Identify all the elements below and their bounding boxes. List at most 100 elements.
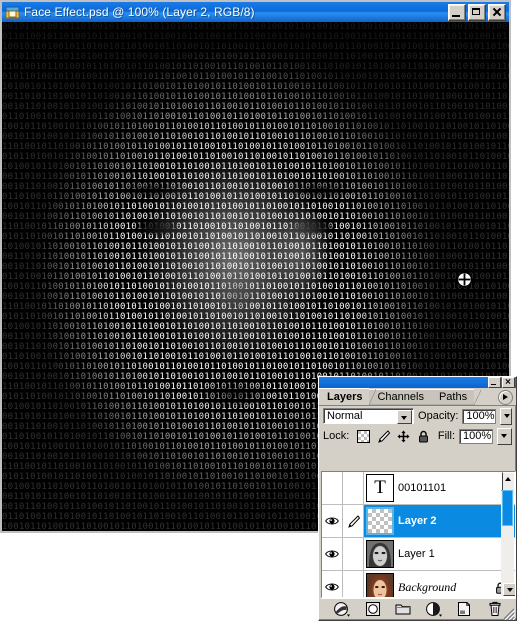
table-row[interactable]: Layer 1 — [322, 538, 515, 571]
palette-minimize-button[interactable] — [488, 377, 501, 388]
link-toggle[interactable] — [343, 538, 364, 570]
lock-label: Lock: — [323, 430, 350, 442]
scroll-up-arrow-icon[interactable] — [501, 472, 503, 491]
eye-icon — [325, 550, 339, 558]
link-toggle[interactable] — [343, 571, 364, 597]
fill-slider-arrow-icon[interactable] — [497, 427, 512, 445]
maximize-button[interactable] — [468, 3, 486, 21]
photoshop-screen: Face Effect.psd @ 100% (Layer 2, RGB/8) … — [0, 0, 517, 621]
visibility-toggle[interactable] — [322, 505, 343, 537]
blend-opacity-row: Normal Opacity: 100% — [319, 406, 516, 426]
binary-row: 0010110100101101001011010010110100101101… — [2, 262, 509, 272]
new-layer-icon[interactable] — [455, 601, 473, 617]
layer-name: Background — [398, 579, 457, 594]
binary-row: 0101101001011010010110100101101001011010… — [2, 232, 509, 242]
binary-row: 0011010110100101101001011010010110100101… — [2, 252, 509, 262]
chevron-down-icon[interactable] — [397, 410, 413, 424]
lock-position-icon[interactable] — [397, 430, 410, 443]
eye-icon — [325, 517, 339, 525]
binary-row: 1001011010010110100101101001011010010110… — [2, 42, 509, 52]
document-title: Face Effect.psd @ 100% (Layer 2, RGB/8) — [24, 5, 255, 19]
binary-row: 1101001011010010110100101101001011010010… — [2, 142, 509, 152]
binary-row: 0110100101101001011010010110100101101001… — [2, 352, 509, 362]
lock-fill-row: Lock: Fill: 100% — [319, 426, 516, 446]
binary-row: 0110100101101001011010010110100101101001… — [2, 112, 509, 122]
layers-list[interactable]: T 00101101 Layer 2 Layer 1 Background — [321, 471, 516, 598]
binary-row: 0010110100101101001011010010110100101101… — [2, 212, 509, 222]
layer-thumbnail[interactable] — [366, 573, 394, 597]
binary-row: 0101101001011010010110100101101001011010… — [2, 152, 509, 162]
tab-paths-label: Paths — [438, 391, 468, 403]
binary-row: 0010110100101101001011010010110100101101… — [2, 182, 509, 192]
layers-footer-toolbar — [321, 598, 516, 618]
layer-style-fx-icon[interactable] — [333, 601, 351, 617]
binary-row: 1101001011010010110100101101001011010010… — [2, 62, 509, 72]
tab-divider — [474, 390, 482, 405]
eye-icon — [325, 583, 339, 591]
add-layer-mask-icon[interactable] — [364, 601, 382, 617]
binary-row: 0010110100101101001011010010110100101101… — [2, 132, 509, 142]
layers-scrollbar[interactable] — [501, 472, 515, 596]
binary-row: 1001011010010110100101101001011010010110… — [2, 202, 509, 212]
layer-thumbnail[interactable] — [366, 540, 394, 568]
binary-row: 0010110100101101001011010010110100101101… — [2, 102, 509, 112]
resize-grip-icon[interactable] — [503, 607, 516, 621]
table-row[interactable]: Background — [322, 571, 515, 597]
table-row[interactable]: T 00101101 — [322, 472, 515, 505]
binary-row: 1010010110100101101001011010010110100101… — [2, 242, 509, 252]
link-toggle[interactable] — [343, 472, 364, 504]
scroll-down-arrow-icon[interactable] — [503, 583, 515, 596]
tab-layers[interactable]: Layers — [319, 388, 377, 405]
binary-row: 1001011010010110100101101001011010010110… — [2, 282, 509, 292]
minimize-button[interactable] — [448, 3, 466, 21]
layer-name: 00101101 — [398, 482, 447, 494]
palette-tabs: Layers Channels Paths — [319, 388, 516, 406]
binary-row: 1010010110100101101001011010010110100101… — [2, 162, 509, 172]
close-button[interactable] — [488, 3, 506, 21]
lock-image-pixels-icon[interactable] — [377, 429, 391, 443]
visibility-toggle[interactable] — [322, 472, 343, 504]
palette-menu-arrow-icon[interactable] — [498, 390, 513, 405]
binary-row: 0010110100101101001011010010110100101101… — [2, 52, 509, 62]
binary-row: 0101101001011010010110100101101001011010… — [2, 72, 509, 82]
lock-buttons — [357, 429, 430, 443]
binary-row: 0011010110100101101001011010010110100101… — [2, 332, 509, 342]
table-row[interactable]: Layer 2 — [322, 505, 515, 538]
opacity-slider-arrow-icon[interactable] — [499, 407, 512, 425]
palette-close-button[interactable] — [502, 377, 515, 388]
binary-row: 0010110100101101001011010010110100101101… — [2, 22, 509, 32]
psd-document-icon — [5, 5, 21, 20]
tab-paths[interactable]: Paths — [430, 389, 482, 405]
lock-all-icon[interactable] — [417, 430, 430, 443]
tab-divider — [369, 389, 377, 405]
binary-row: 1001011010010110100101101001011010010110… — [2, 122, 509, 132]
binary-row: 0110100101101001011010010110100101101001… — [2, 272, 509, 282]
document-title-bar[interactable]: Face Effect.psd @ 100% (Layer 2, RGB/8) — [2, 2, 509, 22]
fill-input[interactable]: 100% — [459, 428, 493, 444]
tab-channels-label: Channels — [377, 391, 424, 403]
binary-row: 1101001011010010110100101101001011010010… — [2, 302, 509, 312]
text-layer-T-icon[interactable]: T — [366, 474, 394, 502]
visibility-toggle[interactable] — [322, 538, 343, 570]
binary-row: 0011010110100101101001011010010110100101… — [2, 172, 509, 182]
tab-channels[interactable]: Channels — [369, 389, 438, 405]
window-controls — [448, 3, 507, 21]
binary-row: 1010010110100101101001011010010110100101… — [2, 82, 509, 92]
delete-layer-trash-icon[interactable] — [486, 601, 504, 617]
binary-row: 1010010110100101101001011010010110100101… — [2, 322, 509, 332]
new-group-folder-icon[interactable] — [394, 601, 412, 617]
palette-title-bar[interactable] — [319, 377, 516, 388]
opacity-input[interactable]: 100% — [462, 408, 496, 424]
scroll-thumb[interactable] — [502, 490, 513, 526]
visibility-toggle[interactable] — [322, 571, 343, 597]
binary-row: 0110100101101001011010010110100101101001… — [2, 192, 509, 202]
new-adjustment-layer-icon[interactable] — [425, 601, 443, 617]
layer-name: Layer 2 — [398, 515, 437, 527]
blend-mode-select[interactable]: Normal — [323, 408, 415, 424]
lock-transparent-pixels-icon[interactable] — [357, 429, 371, 443]
layer-name: Layer 1 — [398, 548, 435, 560]
active-layer-brush-icon[interactable] — [343, 505, 364, 537]
binary-row: 0010110100101101001011010010110100101101… — [2, 342, 509, 352]
layers-palette: Layers Channels Paths Normal Opacity: 10… — [318, 376, 517, 621]
layer-thumbnail[interactable] — [366, 507, 394, 535]
